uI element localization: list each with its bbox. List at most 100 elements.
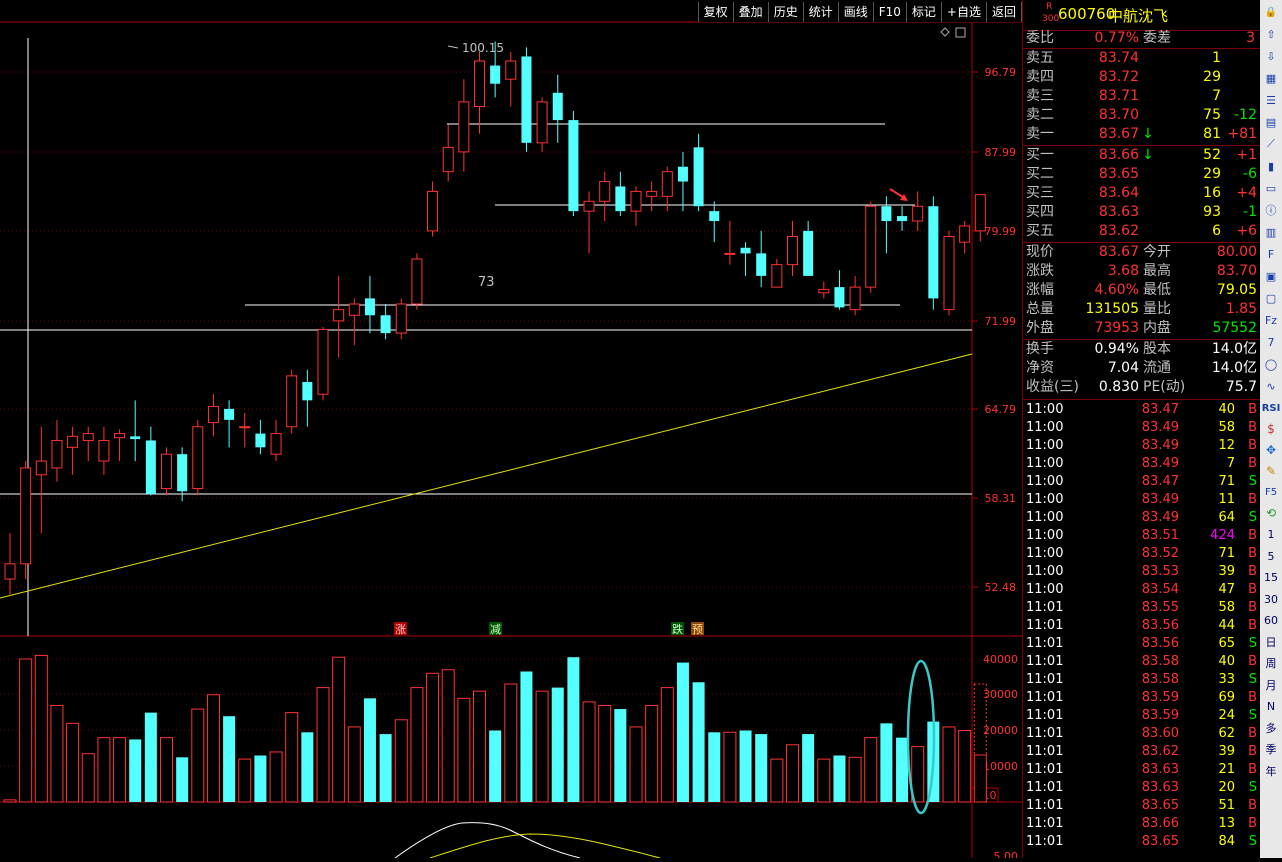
- toolbar-btn-7[interactable]: +自选: [941, 2, 987, 22]
- tick-row: 11:01 83.55 58 B: [1023, 599, 1261, 617]
- quote-label-2: 内盘: [1143, 320, 1171, 336]
- tick-time: 11:01: [1026, 816, 1064, 831]
- period-btn-2[interactable]: 15: [1260, 567, 1282, 589]
- period-btn-5[interactable]: 日: [1260, 632, 1282, 654]
- toolbar-btn-3[interactable]: 统计: [803, 2, 839, 22]
- toolbar-btn-2[interactable]: 历史: [768, 2, 804, 22]
- candle-body: [849, 286, 861, 311]
- volume-axis-label: 30000: [983, 688, 1018, 701]
- wave-icon[interactable]: ∿: [1261, 376, 1281, 396]
- info-icon[interactable]: ⓘ: [1261, 200, 1281, 220]
- period-btn-4[interactable]: 60: [1260, 610, 1282, 632]
- toolbar-btn-1[interactable]: 叠加: [733, 2, 769, 22]
- side-tool-3[interactable]: ✎: [1260, 461, 1282, 482]
- seven-icon[interactable]: 7: [1261, 332, 1281, 352]
- kline-svg[interactable]: 96.79 87.99 79.99 71.99 64.79 58.31 52.48 40000…: [0, 0, 1022, 862]
- grid-icon[interactable]: ▦: [1261, 68, 1281, 88]
- candle-body: [286, 375, 298, 428]
- tick-time: 11:01: [1026, 690, 1064, 705]
- period-btn-0[interactable]: 1: [1260, 524, 1282, 546]
- candle-body: [427, 190, 439, 232]
- lock-icon[interactable]: 🔒: [1261, 2, 1281, 22]
- price-axis-label: 64.79: [985, 403, 1017, 416]
- side-tool-0[interactable]: RSI: [1260, 398, 1282, 419]
- tick-side: B: [1248, 744, 1257, 759]
- ratio-label: 委比: [1026, 30, 1054, 46]
- volume-bar: [223, 716, 236, 802]
- volume-bar: [254, 755, 267, 802]
- side-tool-5[interactable]: ⟲: [1260, 503, 1282, 524]
- tick-row: 11:01 83.59 24 S: [1023, 707, 1261, 725]
- volume-bar: [269, 751, 283, 803]
- volume-bar: [144, 712, 157, 802]
- bars-icon[interactable]: ▥: [1261, 222, 1281, 242]
- volume-bar: [301, 732, 314, 802]
- quote-value: 4.60%: [1094, 282, 1139, 298]
- side-tool-4[interactable]: F5: [1260, 482, 1282, 503]
- period-btn-7[interactable]: 月: [1260, 675, 1282, 697]
- volume-bar: [50, 704, 64, 803]
- stat-value: 0.94%: [1094, 341, 1139, 357]
- doc-icon[interactable]: ▭: [1261, 178, 1281, 198]
- buy-level-label: 买四: [1026, 204, 1054, 220]
- tick-price: 83.49: [1141, 492, 1179, 507]
- toolbar-btn-5[interactable]: F10: [873, 2, 907, 22]
- candle-body: [615, 186, 626, 212]
- fiz-icon[interactable]: Fz: [1261, 310, 1281, 330]
- quote-value: 131505: [1085, 301, 1139, 317]
- volume-bar: [629, 726, 643, 803]
- candle-body: [114, 433, 126, 439]
- period-btn-8[interactable]: N: [1260, 696, 1282, 718]
- f10-icon[interactable]: F: [1261, 244, 1281, 264]
- toolbar-btn-8[interactable]: 返回: [986, 2, 1022, 22]
- volume-bar: [864, 737, 878, 803]
- tick-side: B: [1248, 654, 1257, 669]
- diamond-icon: [940, 27, 950, 37]
- toolbar-btn-4[interactable]: 画线: [838, 2, 874, 22]
- period-btn-6[interactable]: 周: [1260, 653, 1282, 675]
- candle-body: [348, 303, 360, 316]
- period-btn-9[interactable]: 多: [1260, 718, 1282, 740]
- line-chart-icon[interactable]: ⟋: [1261, 134, 1281, 154]
- price-axis-label: 52.48: [985, 581, 1017, 594]
- kline-chart-area[interactable]: 复权 叠加 历史 统计 画线 F10 标记 +自选 返回 96.79 87.99 79.99 71.9…: [0, 0, 1022, 862]
- tick-side: B: [1248, 402, 1257, 417]
- chart-box-icon[interactable]: ▣: [1261, 266, 1281, 286]
- list-icon[interactable]: ☰: [1261, 90, 1281, 110]
- down-arrow-icon[interactable]: ⇩: [1261, 46, 1281, 66]
- buy-volume: 16: [1203, 185, 1221, 201]
- quote-value: 83.67: [1098, 244, 1139, 260]
- volume-bar: [66, 722, 80, 803]
- sell-level-label: 卖一: [1026, 126, 1054, 142]
- candle-body: [693, 147, 704, 207]
- candle-icon[interactable]: ▮: [1261, 156, 1281, 176]
- toolbar-btn-6[interactable]: 标记: [906, 2, 942, 22]
- period-btn-11[interactable]: 年: [1260, 761, 1282, 783]
- period-btn-10[interactable]: 季: [1260, 739, 1282, 761]
- table-icon[interactable]: ▤: [1261, 112, 1281, 132]
- tick-row: 11:00 83.49 11 B: [1023, 491, 1261, 509]
- up-arrow-icon[interactable]: ⇧: [1261, 24, 1281, 44]
- tick-price: 83.49: [1141, 420, 1179, 435]
- candle-body: [395, 303, 407, 334]
- circle-icon[interactable]: ◯: [1261, 354, 1281, 374]
- candle-body: [255, 433, 266, 448]
- side-tool-1[interactable]: $: [1260, 419, 1282, 440]
- tick-row: 11:01 83.56 44 B: [1023, 617, 1261, 635]
- note-icon[interactable]: ▢: [1261, 288, 1281, 308]
- indicator-line-yellow: [429, 833, 661, 859]
- volume-bar: [645, 704, 659, 803]
- candle-body: [364, 298, 375, 316]
- volume-bar: [176, 757, 189, 802]
- tick-price: 83.63: [1141, 762, 1179, 777]
- candle-body: [661, 171, 673, 197]
- tick-row: 11:01 83.58 33 S: [1023, 671, 1261, 689]
- quote-row: 涨跌 3.68 最高 83.70: [1023, 262, 1261, 281]
- toolbar-btn-0[interactable]: 复权: [698, 2, 734, 22]
- period-btn-3[interactable]: 30: [1260, 589, 1282, 611]
- sell-volume: 1: [1212, 50, 1221, 66]
- tick-volume: 424: [1210, 528, 1235, 543]
- period-btn-1[interactable]: 5: [1260, 546, 1282, 568]
- tick-volume: 44: [1218, 618, 1235, 633]
- side-tool-2[interactable]: ✥: [1260, 440, 1282, 461]
